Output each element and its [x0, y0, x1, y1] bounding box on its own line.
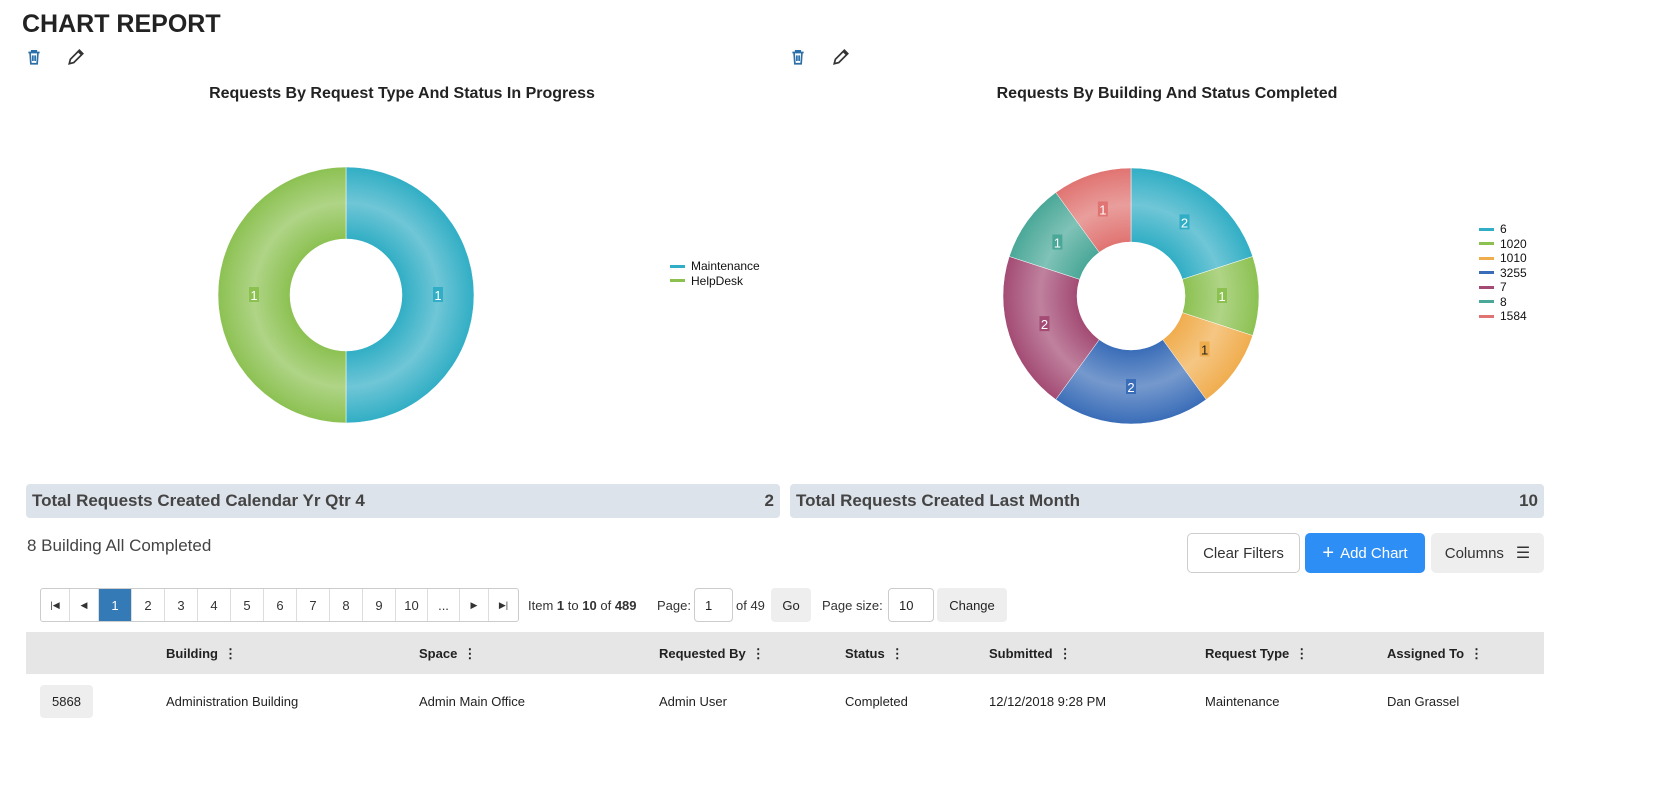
legend-item[interactable]: HelpDesk	[670, 274, 760, 289]
table-cell: Completed	[845, 694, 908, 709]
item-range: Item 1 to 10 of 489	[528, 598, 637, 613]
chart-legend: 6 1020 1010 3255 7 8 1584	[1479, 222, 1527, 324]
page-button[interactable]: ...	[428, 589, 460, 621]
prev-page-button[interactable]: ◀	[70, 589, 99, 621]
legend-swatch	[670, 279, 685, 283]
legend-swatch	[1479, 256, 1494, 260]
go-button[interactable]: Go	[771, 588, 811, 622]
legend-item[interactable]: 1010	[1479, 251, 1527, 266]
donut-slice[interactable]	[217, 166, 347, 424]
legend-item[interactable]: 6	[1479, 222, 1527, 237]
legend-item[interactable]: 1020	[1479, 237, 1527, 252]
legend-swatch	[670, 264, 685, 268]
column-header[interactable]: Request Type ⋮	[1205, 646, 1308, 662]
legend-item[interactable]: Maintenance	[670, 259, 760, 274]
column-header[interactable]: Submitted ⋮	[989, 646, 1072, 662]
plus-icon: +	[1322, 541, 1335, 564]
last-page-button[interactable]: ▶|	[489, 589, 518, 621]
table-cell: Administration Building	[166, 694, 299, 709]
grid-title: 8 Building All Completed	[27, 536, 212, 555]
row-id-button[interactable]: 5868	[40, 685, 93, 718]
data-label: 1	[1201, 342, 1208, 357]
table-cell: 12/12/2018 9:28 PM	[989, 694, 1107, 709]
column-menu-icon[interactable]: ⋮	[891, 646, 904, 661]
legend-swatch	[1479, 300, 1494, 304]
page-button[interactable]: 5	[231, 589, 264, 621]
column-header[interactable]: Status ⋮	[845, 646, 904, 662]
columns-button[interactable]: Columns ☰	[1431, 533, 1544, 573]
data-label: 2	[1127, 380, 1134, 395]
column-menu-icon[interactable]: ⋮	[1059, 646, 1072, 661]
donut-chart-request-type: 1 1 2 1 1 2 2 1 1	[217, 166, 1260, 425]
column-header[interactable]: Space ⋮	[419, 646, 476, 662]
page-button[interactable]: 6	[264, 589, 297, 621]
legend-item[interactable]: 8	[1479, 295, 1527, 310]
page-count: of 49	[736, 598, 765, 613]
table-cell: Dan Grassel	[1387, 694, 1460, 709]
next-page-button[interactable]: ▶	[460, 589, 489, 621]
clear-filters-button[interactable]: Clear Filters	[1187, 533, 1300, 573]
menu-icon: ☰	[1515, 545, 1531, 562]
table-cell: Maintenance	[1205, 694, 1280, 709]
legend-swatch	[1479, 314, 1494, 318]
page-button[interactable]: 8	[330, 589, 363, 621]
legend-swatch	[1479, 242, 1494, 246]
column-menu-icon[interactable]: ⋮	[752, 646, 765, 661]
kpi-last-month: Total Requests Created Last Month 10	[790, 484, 1544, 518]
page-size-label: Page size:	[822, 598, 883, 613]
change-button[interactable]: Change	[937, 588, 1007, 622]
page-button[interactable]: 2	[132, 589, 165, 621]
legend-swatch	[1479, 271, 1494, 275]
page-button[interactable]: 10	[396, 589, 428, 621]
data-label: 1	[1218, 289, 1225, 304]
column-header[interactable]: Building ⋮	[166, 646, 237, 662]
column-menu-icon[interactable]: ⋮	[1470, 646, 1483, 661]
table-cell: Admin User	[659, 694, 727, 709]
chart-legend: Maintenance HelpDesk	[670, 259, 760, 288]
page-button[interactable]: 1	[99, 589, 132, 621]
donut-slice[interactable]	[345, 166, 475, 424]
page-size-input[interactable]: 10	[888, 588, 934, 622]
page-button[interactable]: 9	[363, 589, 396, 621]
column-header[interactable]: Assigned To ⋮	[1387, 646, 1483, 662]
legend-swatch	[1479, 285, 1494, 289]
table-header: Building ⋮ Space ⋮ Requested By ⋮ Status ⋮ Submi…	[26, 632, 1544, 674]
legend-item[interactable]: 1584	[1479, 309, 1527, 324]
data-label: 1	[1099, 202, 1106, 217]
data-label: 1	[1054, 236, 1061, 251]
kpi-qtr4: Total Requests Created Calendar Yr Qtr 4…	[26, 484, 780, 518]
pagination: |◀ ◀ 1 2 3 4 5 6 7 8 9 10... ▶ ▶|	[40, 588, 519, 622]
table-cell: Admin Main Office	[419, 694, 525, 709]
column-header[interactable]: Requested By ⋮	[659, 646, 765, 662]
page-button[interactable]: 3	[165, 589, 198, 621]
first-page-button[interactable]: |◀	[41, 589, 70, 621]
column-menu-icon[interactable]: ⋮	[463, 646, 476, 661]
page-button[interactable]: 4	[198, 589, 231, 621]
data-label: 2	[1041, 317, 1048, 332]
legend-item[interactable]: 7	[1479, 280, 1527, 295]
data-label: 1	[250, 288, 257, 303]
page-label: Page:	[657, 598, 691, 613]
column-menu-icon[interactable]: ⋮	[224, 646, 237, 661]
page-input[interactable]: 1	[694, 588, 733, 622]
legend-swatch	[1479, 227, 1494, 231]
data-label: 1	[434, 288, 441, 303]
data-label: 2	[1181, 215, 1188, 230]
column-menu-icon[interactable]: ⋮	[1295, 646, 1308, 661]
page-button[interactable]: 7	[297, 589, 330, 621]
add-chart-button[interactable]: + Add Chart	[1305, 533, 1425, 573]
legend-item[interactable]: 3255	[1479, 266, 1527, 281]
